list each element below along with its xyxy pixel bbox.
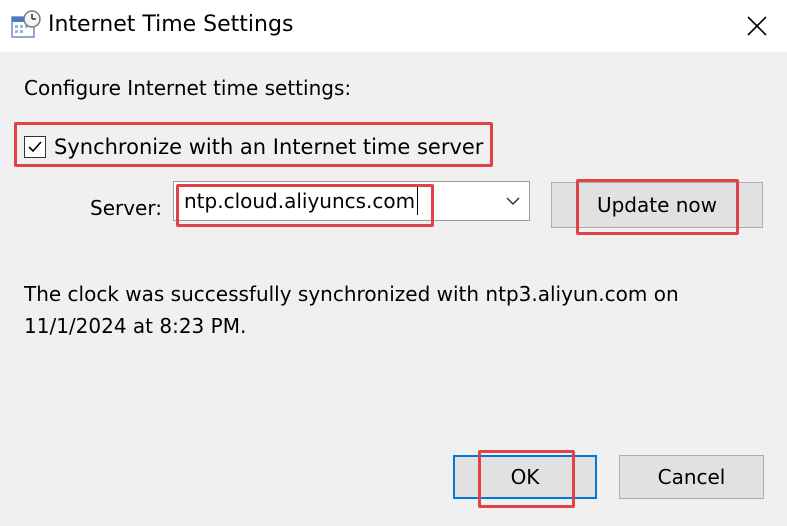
server-label: Server: [90, 196, 162, 220]
update-now-button[interactable]: Update now [551, 182, 763, 228]
title-bar: Internet Time Settings [0, 0, 787, 52]
sync-checkbox[interactable] [24, 136, 46, 158]
server-input-value[interactable]: ntp.cloud.aliyuncs.com [184, 187, 419, 215]
sync-checkbox-row[interactable]: Synchronize with an Internet time server [24, 131, 483, 163]
close-button[interactable] [727, 0, 787, 52]
ok-button[interactable]: OK [453, 455, 597, 499]
checkmark-icon [28, 141, 42, 153]
close-icon [747, 16, 767, 36]
sync-status-text: The clock was successfully synchronized … [24, 282, 679, 338]
sync-checkbox-label[interactable]: Synchronize with an Internet time server [54, 133, 483, 161]
configure-label: Configure Internet time settings: [24, 76, 352, 100]
clock-calendar-icon [11, 10, 41, 38]
cancel-button[interactable]: Cancel [619, 455, 764, 499]
internet-time-settings-dialog: Internet Time Settings Configure Interne… [0, 0, 787, 526]
chevron-down-icon[interactable] [505, 194, 521, 208]
server-combobox[interactable]: ntp.cloud.aliyuncs.com [173, 181, 530, 221]
window-title: Internet Time Settings [48, 12, 294, 37]
